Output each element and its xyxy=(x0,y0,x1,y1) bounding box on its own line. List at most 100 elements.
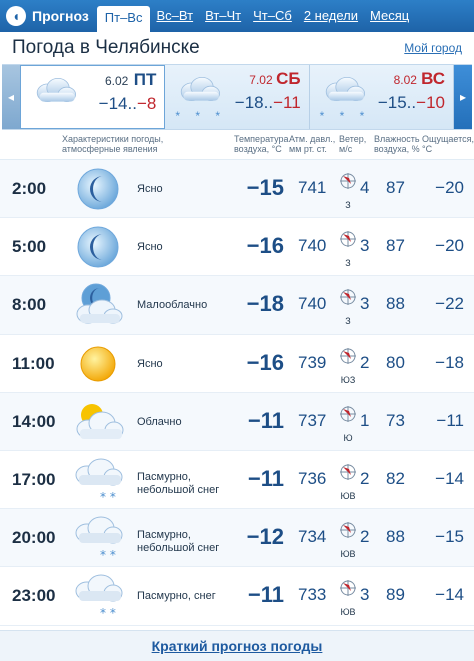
brand-label[interactable]: Прогноз xyxy=(32,8,89,24)
moon-icon xyxy=(70,164,126,214)
row-wind-speed: 3 xyxy=(360,294,370,314)
row-feels-like: −18 xyxy=(435,352,464,372)
row-conditions: Пасмурно, небольшой снег xyxy=(137,470,220,496)
row-wind-speed: 1 xyxy=(360,410,370,430)
row-wind-direction: З xyxy=(345,258,351,269)
row-time: 20:00 xyxy=(12,528,56,548)
tab-two-weeks[interactable]: 2 недели xyxy=(298,0,364,32)
tab-tue-thu[interactable]: Вт–Чт xyxy=(199,0,247,32)
logo-icon[interactable]: ◖ xyxy=(6,6,26,26)
row-feels-like: −15 xyxy=(435,527,464,547)
row-conditions: Облачно xyxy=(137,415,182,428)
day-date: 8.02 xyxy=(393,73,417,87)
table-row: 17:00 * * Пасмурно, небольшой снег −11 7… xyxy=(0,451,474,510)
table-row: 8:00 Малооблачно −18 740 З 3 88 −22 xyxy=(0,276,474,335)
snow-icon: * * * xyxy=(319,109,371,123)
header-feels-like: Ощущается, °C xyxy=(422,134,474,154)
row-feels-like: −20 xyxy=(435,236,464,256)
row-conditions: Ясно xyxy=(137,357,163,370)
table-row: 5:00 Ясно −16 740 З 3 87 −20 xyxy=(0,218,474,277)
row-time: 8:00 xyxy=(12,295,47,315)
day-temp-max: −10 xyxy=(416,93,445,112)
row-humidity: 82 xyxy=(386,468,405,488)
row-humidity: 80 xyxy=(386,352,405,372)
row-temperature: −18 xyxy=(246,291,284,317)
header-humidity: Влажность воздуха, % xyxy=(374,134,420,154)
day-card[interactable]: 6.02 ПТ −14..−8 xyxy=(20,65,166,129)
row-feels-like: −20 xyxy=(435,178,464,197)
day-temp-range: −18..−11 xyxy=(235,93,301,113)
wind-direction-icon xyxy=(339,288,357,318)
next-arrow-icon[interactable]: ▸ xyxy=(454,65,472,129)
row-humidity: 88 xyxy=(386,294,405,314)
row-time: 14:00 xyxy=(12,411,56,431)
row-wind-direction: ЮВ xyxy=(340,549,356,560)
row-wind-direction: ЮВ xyxy=(340,607,356,618)
table-row: 20:00 * * Пасмурно, небольшой снег −12 7… xyxy=(0,509,474,568)
table-row: 11:00 Ясно −16 739 ЮЗ 2 80 −18 xyxy=(0,335,474,393)
row-temperature: −12 xyxy=(246,524,284,550)
row-conditions: Ясно xyxy=(137,241,163,254)
row-wind-speed: 3 xyxy=(360,236,370,256)
day-temp-range: −14..−8 xyxy=(99,94,157,114)
moon-cloud-icon xyxy=(70,280,126,330)
row-conditions: Малооблачно xyxy=(137,299,208,312)
column-headers: Характеристики погоды, атмосферные явлен… xyxy=(0,130,474,160)
day-of-week: ВС xyxy=(421,69,445,88)
row-time: 5:00 xyxy=(12,237,47,257)
snow-icon: * * * xyxy=(175,109,227,123)
wind-direction-icon xyxy=(339,521,357,551)
cloud-snow-icon: * * xyxy=(70,571,126,621)
day-of-week: ПТ xyxy=(133,70,157,89)
row-temperature: −11 xyxy=(247,465,284,491)
table-row: 14:00 Облачно −11 737 Ю 1 73 −11 xyxy=(0,392,474,451)
row-humidity: 88 xyxy=(386,527,405,547)
row-pressure: 740 xyxy=(298,294,327,314)
sun-cloud-icon xyxy=(70,397,126,447)
cloud-snow-icon: * * xyxy=(70,513,126,563)
day-card[interactable]: 8.02 ВС −15..−10 * * * xyxy=(310,65,454,129)
wind-direction-icon xyxy=(339,230,357,260)
row-temperature: −11 xyxy=(247,582,284,608)
svg-text:* *: * * xyxy=(100,490,116,504)
row-feels-like: −22 xyxy=(435,294,464,314)
row-wind-speed: 3 xyxy=(360,585,370,605)
tab-thu-sat[interactable]: Чт–Сб xyxy=(247,0,298,32)
row-feels-like: −14 xyxy=(435,585,464,605)
row-time: 11:00 xyxy=(12,353,55,373)
top-navigation: ◖ Прогноз Пт–Вс Вс–Вт Вт–Чт Чт–Сб 2 неде… xyxy=(0,0,474,32)
tab-month[interactable]: Месяц xyxy=(364,0,415,32)
day-card[interactable]: 7.02 СБ −18..−11 * * * xyxy=(165,65,310,129)
svg-text:* *: * * xyxy=(100,548,116,562)
row-temperature: −11 xyxy=(247,407,284,433)
row-feels-like: −14 xyxy=(435,468,464,488)
table-row: 2:00 Ясно −15 741 З 4 87 −20 xyxy=(0,160,474,219)
moon-icon xyxy=(70,222,126,272)
header-pressure: Атм. давл., мм рт. ст. xyxy=(289,134,336,154)
row-wind-direction: ЮЗ xyxy=(340,374,356,385)
row-conditions: Ясно xyxy=(137,183,163,195)
day-temp-min: −18.. xyxy=(234,93,274,112)
row-humidity: 73 xyxy=(386,410,405,430)
prev-arrow-icon[interactable]: ◂ xyxy=(2,65,20,129)
row-wind-direction: З xyxy=(345,316,351,327)
cloud-snow-icon: * * xyxy=(70,455,126,505)
row-pressure: 739 xyxy=(298,352,327,372)
cloud-icon xyxy=(27,72,81,117)
day-temp-min: −15.. xyxy=(377,93,417,112)
day-temp-max: −11 xyxy=(273,93,301,112)
wind-direction-icon xyxy=(339,172,357,202)
wind-direction-icon xyxy=(339,463,357,493)
row-wind-direction: З xyxy=(345,200,351,210)
my-city-link[interactable]: Мой город xyxy=(404,41,462,55)
days-strip: ◂ 6.02 ПТ −14..−8 7.02 СБ −18..−11 * * * xyxy=(2,64,472,130)
tab-sun-tue[interactable]: Вс–Вт xyxy=(150,0,199,32)
row-feels-like: −11 xyxy=(436,410,464,430)
short-forecast-link[interactable]: Краткий прогноз погоды xyxy=(152,638,323,654)
tab-fri-sun[interactable]: Пт–Вс xyxy=(96,6,151,32)
title-row: Погода в Челябинске Мой город xyxy=(0,32,474,64)
day-date: 6.02 xyxy=(104,74,129,88)
row-wind-direction: Ю xyxy=(343,432,353,443)
row-temperature: −15 xyxy=(246,175,284,200)
row-pressure: 740 xyxy=(298,236,327,256)
